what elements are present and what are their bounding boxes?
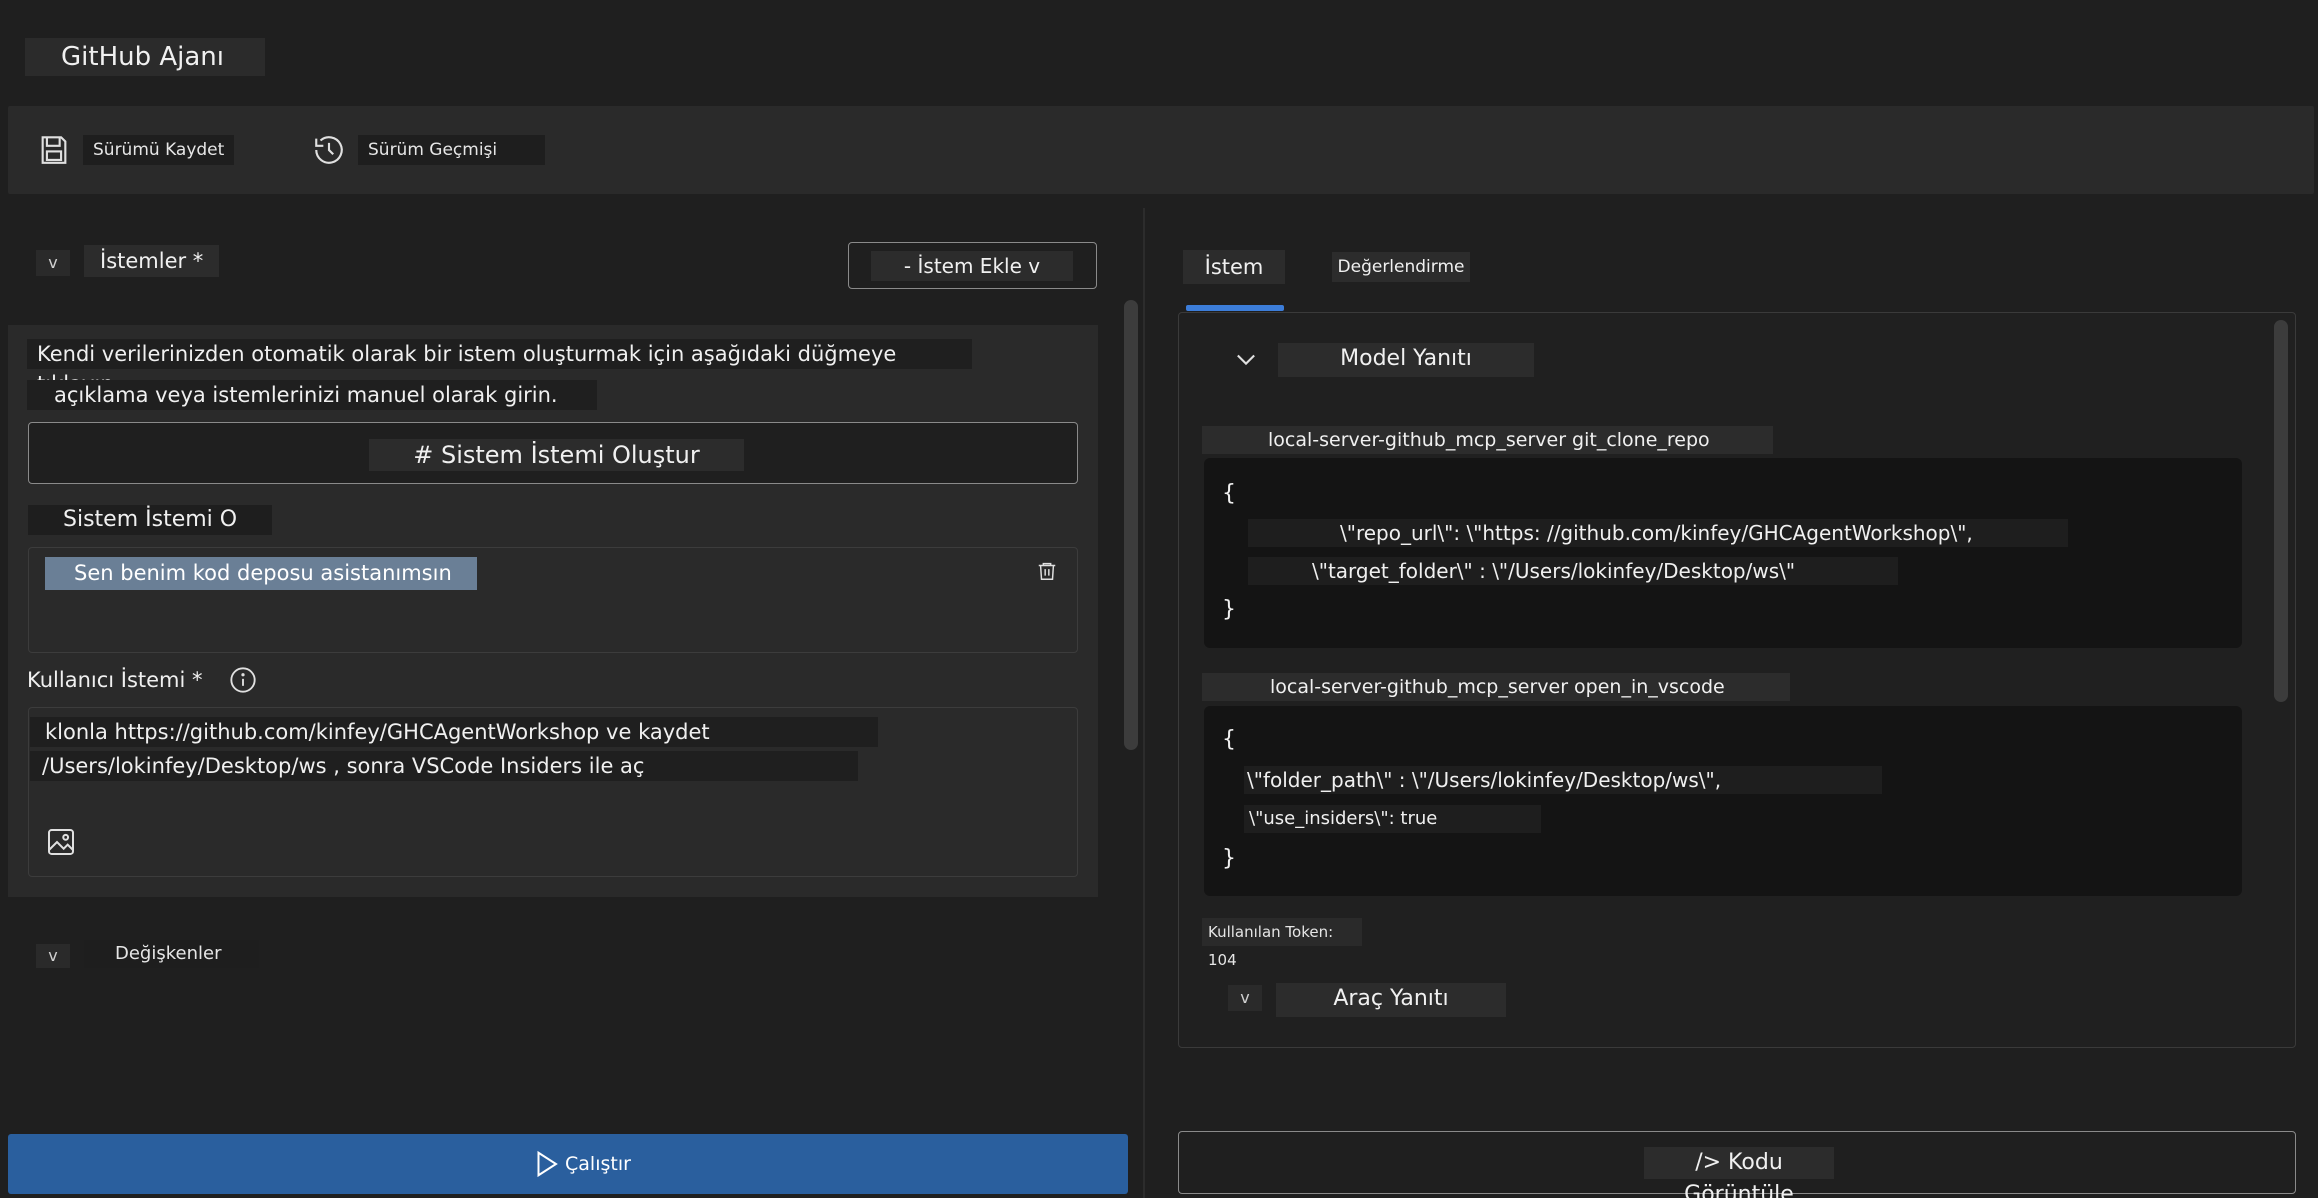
- code-line: \"target_folder\" : \"/Users/lokinfey/De…: [1248, 557, 1898, 585]
- code-block: [1204, 706, 2242, 896]
- tokens-used-label: Kullanılan Token: 104: [1202, 918, 1362, 969]
- description-text-line1: Kendi verilerinizden otomatik olarak bir…: [27, 339, 972, 396]
- header: GitHub Ajanı: [0, 0, 2318, 104]
- code-close-brace: }: [1222, 597, 1236, 622]
- code-line: \"folder_path\" : \"/Users/lokinfey/Desk…: [1244, 766, 1882, 794]
- info-icon[interactable]: [229, 666, 257, 694]
- code-block: [1204, 458, 2242, 648]
- view-code-label: /> Kodu Görüntüle: [1644, 1147, 1834, 1198]
- save-icon[interactable]: [37, 133, 71, 167]
- version-history-button[interactable]: Sürüm Geçmişi: [358, 135, 545, 165]
- tool-response-collapse-toggle[interactable]: v: [1228, 985, 1262, 1011]
- code-close-brace: }: [1222, 846, 1236, 871]
- play-icon: [537, 1150, 558, 1178]
- code-open-brace: {: [1222, 727, 1236, 752]
- description-text-line2: açıklama veya istemlerinizi manuel olara…: [27, 380, 597, 410]
- code-open-brace: {: [1222, 481, 1236, 506]
- add-prompt-label: - İstem Ekle v: [871, 251, 1073, 281]
- tool-call-name: local-server-github_mcp_server git_clone…: [1202, 426, 1773, 454]
- code-line: \"use_insiders\": true: [1244, 805, 1541, 833]
- page-title: GitHub Ajanı: [25, 38, 265, 76]
- right-scrollbar[interactable]: [2274, 320, 2288, 702]
- trash-icon[interactable]: [1036, 559, 1058, 583]
- app-window: GitHub Ajanı Sürümü Kaydet Sürüm Geçmişi…: [0, 0, 2318, 1198]
- pane-divider[interactable]: [1143, 208, 1145, 1198]
- left-scrollbar[interactable]: [1124, 300, 1138, 750]
- run-label: Çalıştır: [565, 1153, 631, 1175]
- model-response-title: Model Yanıtı: [1278, 343, 1534, 377]
- prompts-section-title: İstemler *: [84, 245, 219, 277]
- save-version-button[interactable]: Sürümü Kaydet: [83, 135, 235, 165]
- run-button[interactable]: Çalıştır: [8, 1134, 1128, 1194]
- generate-system-prompt-label: # Sistem İstemi Oluştur: [369, 439, 744, 471]
- tool-call-name: local-server-github_mcp_server open_in_v…: [1202, 673, 1790, 701]
- prompts-collapse-toggle[interactable]: v: [36, 250, 70, 276]
- generate-system-prompt-button[interactable]: # Sistem İstemi Oluştur: [28, 422, 1078, 484]
- user-prompt-line1[interactable]: klonla https://github.com/kinfey/GHCAgen…: [30, 717, 878, 747]
- tool-response-title: Araç Yanıtı: [1276, 983, 1506, 1017]
- system-prompt-text[interactable]: Sen benim kod deposu asistanımsın: [45, 557, 477, 590]
- chevron-down-icon[interactable]: [1232, 345, 1260, 373]
- add-prompt-button[interactable]: - İstem Ekle v: [848, 242, 1097, 289]
- active-tab-indicator: [1186, 305, 1284, 311]
- system-prompt-label: Sistem İstemi O: [28, 505, 272, 535]
- variables-collapse-toggle[interactable]: v: [36, 944, 70, 968]
- view-code-button[interactable]: /> Kodu Görüntüle: [1178, 1131, 2296, 1198]
- tab-prompt[interactable]: İstem: [1183, 250, 1285, 284]
- code-line: \"repo_url\": \"https: //github.com/kinf…: [1248, 519, 2068, 547]
- variables-section-title: Değişkenler: [84, 940, 259, 968]
- image-attach-icon[interactable]: [45, 826, 77, 858]
- tab-evaluation[interactable]: Değerlendirme: [1332, 252, 1470, 282]
- toolbar: [8, 106, 2314, 194]
- user-prompt-line2[interactable]: /Users/lokinfey/Desktop/ws , sonra VSCod…: [30, 751, 858, 781]
- user-prompt-label: Kullanıcı İstemi *: [27, 668, 203, 692]
- history-icon[interactable]: [312, 133, 346, 167]
